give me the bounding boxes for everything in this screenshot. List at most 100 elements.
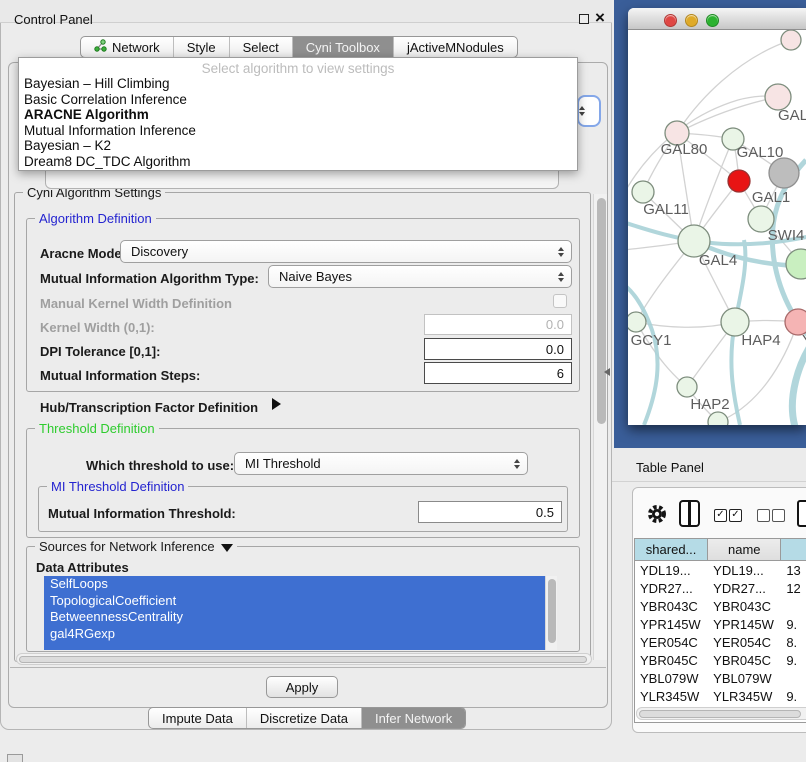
table-row[interactable]: YDL19...YDL19...13 <box>635 561 806 579</box>
algorithm-option[interactable]: Bayesian – K2 <box>19 138 577 154</box>
splitpane-collapse-icon[interactable] <box>604 368 610 376</box>
mi-type-value: Naive Bayes <box>279 269 352 284</box>
select-all-checkbox-icon[interactable]: ✓ <box>714 509 727 522</box>
attribute-item[interactable]: TopologicalCoefficient <box>44 593 545 610</box>
aracne-mode-label: Aracne Mode: <box>40 246 126 261</box>
column-header-shared[interactable]: shared... <box>635 539 708 560</box>
table-hscrollbar-thumb[interactable] <box>639 710 801 718</box>
minimized-panel-icon[interactable] <box>7 754 23 762</box>
algorithm-option-selected[interactable]: ARACNE Algorithm <box>19 107 577 123</box>
column-header-cut[interactable] <box>781 539 806 560</box>
tab-cyni-toolbox[interactable]: Cyni Toolbox <box>292 37 393 57</box>
manual-kernel-checkbox[interactable] <box>553 294 567 308</box>
table-panel-title: Table Panel <box>636 460 704 475</box>
table-header-row: shared... name <box>635 539 806 561</box>
sources-title: Sources for Network Inference <box>35 539 237 554</box>
sources-collapse-icon[interactable] <box>221 544 233 552</box>
algorithm-option[interactable]: Dream8 DC_TDC Algorithm <box>19 154 577 170</box>
split-columns-icon[interactable] <box>679 500 700 527</box>
table-row[interactable]: YDR27...YDR27...12 <box>635 579 806 597</box>
hub-definition-label: Hub/Transcription Factor Definition <box>40 400 258 415</box>
mi-threshold-field[interactable]: 0.5 <box>418 501 562 523</box>
deselect-all-checkbox-icon-2[interactable] <box>772 509 785 522</box>
network-canvas[interactable]: GAL GAL80 GAL10 GAL11 GAL1 SWI4 GAL4 GCY… <box>628 30 806 425</box>
settings-hscrollbar-track[interactable] <box>16 653 592 665</box>
tab-select[interactable]: Select <box>229 37 292 57</box>
settings-scrollbar-track[interactable] <box>593 194 607 660</box>
tab-style[interactable]: Style <box>173 37 229 57</box>
node-partial-bottom <box>708 412 728 425</box>
table-hscrollbar-track[interactable] <box>636 707 806 720</box>
control-panel-tabbar: Network Style Select Cyni Toolbox jActiv… <box>80 36 518 58</box>
table-row[interactable]: YBL079WYBL079W <box>635 669 806 687</box>
table-row[interactable]: YLR345WYLR345W9. <box>635 687 806 705</box>
attributes-scrollbar-thumb[interactable] <box>548 579 556 643</box>
which-threshold-value: MI Threshold <box>245 456 321 471</box>
close-icon[interactable]: × <box>595 8 605 28</box>
which-threshold-label: Which threshold to use: <box>86 458 234 473</box>
zoom-traffic-light-icon[interactable] <box>706 14 719 27</box>
node-label: HAP4 <box>741 332 780 349</box>
algorithm-option[interactable]: Basic Correlation Inference <box>19 92 577 108</box>
algorithm-popup-hint: Select algorithm to view settings <box>19 58 577 76</box>
algorithm-definition-title: Algorithm Definition <box>35 211 156 226</box>
node-label: GAL10 <box>737 144 784 161</box>
node-hap2 <box>677 377 697 397</box>
hub-expand-icon[interactable] <box>272 398 281 410</box>
tab-infer-network[interactable]: Infer Network <box>361 708 465 728</box>
node-label: Y <box>802 332 806 349</box>
attributes-scrollbar-track[interactable] <box>545 576 557 650</box>
deselect-all-checkbox-icon[interactable] <box>757 509 770 522</box>
dpi-tolerance-field[interactable]: 0.0 <box>424 338 572 360</box>
data-attributes-list: SelfLoops TopologicalCoefficient Between… <box>44 576 545 650</box>
node-gal11 <box>632 181 654 203</box>
attribute-item[interactable]: gal4RGexp <box>44 626 545 643</box>
settings-hscrollbar-thumb[interactable] <box>19 656 587 663</box>
tab-network-label: Network <box>112 40 160 55</box>
mi-threshold-label: Mutual Information Threshold: <box>48 506 236 521</box>
threshold-definition-title: Threshold Definition <box>35 421 159 436</box>
settings-scrollbar-thumb[interactable] <box>597 198 606 424</box>
screenshot-root: Control Panel × Network Style Select Cyn… <box>0 0 806 762</box>
kernel-width-field[interactable]: 0.0 <box>424 314 572 335</box>
node-gray <box>769 158 799 188</box>
node-unlabeled <box>781 30 801 50</box>
node-label: GAL4 <box>699 252 737 269</box>
which-threshold-combobox[interactable]: MI Threshold <box>234 452 528 475</box>
attribute-item[interactable]: SelfLoops <box>44 576 545 593</box>
tab-network[interactable]: Network <box>81 37 173 57</box>
node-label: GAL <box>778 107 806 124</box>
table-row[interactable]: YER054CYER054C8. <box>635 633 806 651</box>
manual-kernel-label: Manual Kernel Width Definition <box>40 296 232 311</box>
gear-icon[interactable] <box>646 503 668 525</box>
algorithm-option[interactable]: Mutual Information Inference <box>19 123 577 139</box>
kernel-width-label: Kernel Width (0,1): <box>40 320 155 335</box>
tab-discretize-data[interactable]: Discretize Data <box>246 708 361 728</box>
dpi-tolerance-label: DPI Tolerance [0,1]: <box>40 344 160 359</box>
data-attributes-label: Data Attributes <box>36 560 129 575</box>
apply-button[interactable]: Apply <box>266 676 338 698</box>
aracne-mode-value: Discovery <box>131 244 188 259</box>
inference-algorithm-combobox-fragment[interactable] <box>577 95 601 127</box>
table-row[interactable]: YBR045CYBR045C9. <box>635 651 806 669</box>
tab-jactivemnodules[interactable]: jActiveMNodules <box>393 37 517 57</box>
mi-steps-field[interactable]: 6 <box>424 362 572 384</box>
node-attribute-table: shared... name YDL19...YDL19...13 YDR27.… <box>634 538 806 723</box>
tab-impute-data[interactable]: Impute Data <box>149 708 246 728</box>
table-row[interactable]: YBR043CYBR043C <box>635 597 806 615</box>
node-label: SWI4 <box>768 227 805 244</box>
float-window-icon[interactable] <box>579 14 589 24</box>
attribute-item[interactable]: BetweennessCentrality <box>44 609 545 626</box>
node-label: GCY1 <box>631 332 672 349</box>
node-gcy1 <box>628 312 646 332</box>
algorithm-option[interactable]: Bayesian – Hill Climbing <box>19 76 577 92</box>
close-traffic-light-icon[interactable] <box>664 14 677 27</box>
minimize-traffic-light-icon[interactable] <box>685 14 698 27</box>
node-red-selected <box>728 170 750 192</box>
document-icon[interactable] <box>797 500 806 527</box>
mi-type-combobox[interactable]: Naive Bayes <box>268 265 572 288</box>
table-row[interactable]: YPR145WYPR145W9. <box>635 615 806 633</box>
column-header-name[interactable]: name <box>708 539 781 560</box>
select-all-checkbox-icon-2[interactable]: ✓ <box>729 509 742 522</box>
aracne-mode-combobox[interactable]: Discovery <box>120 240 572 263</box>
